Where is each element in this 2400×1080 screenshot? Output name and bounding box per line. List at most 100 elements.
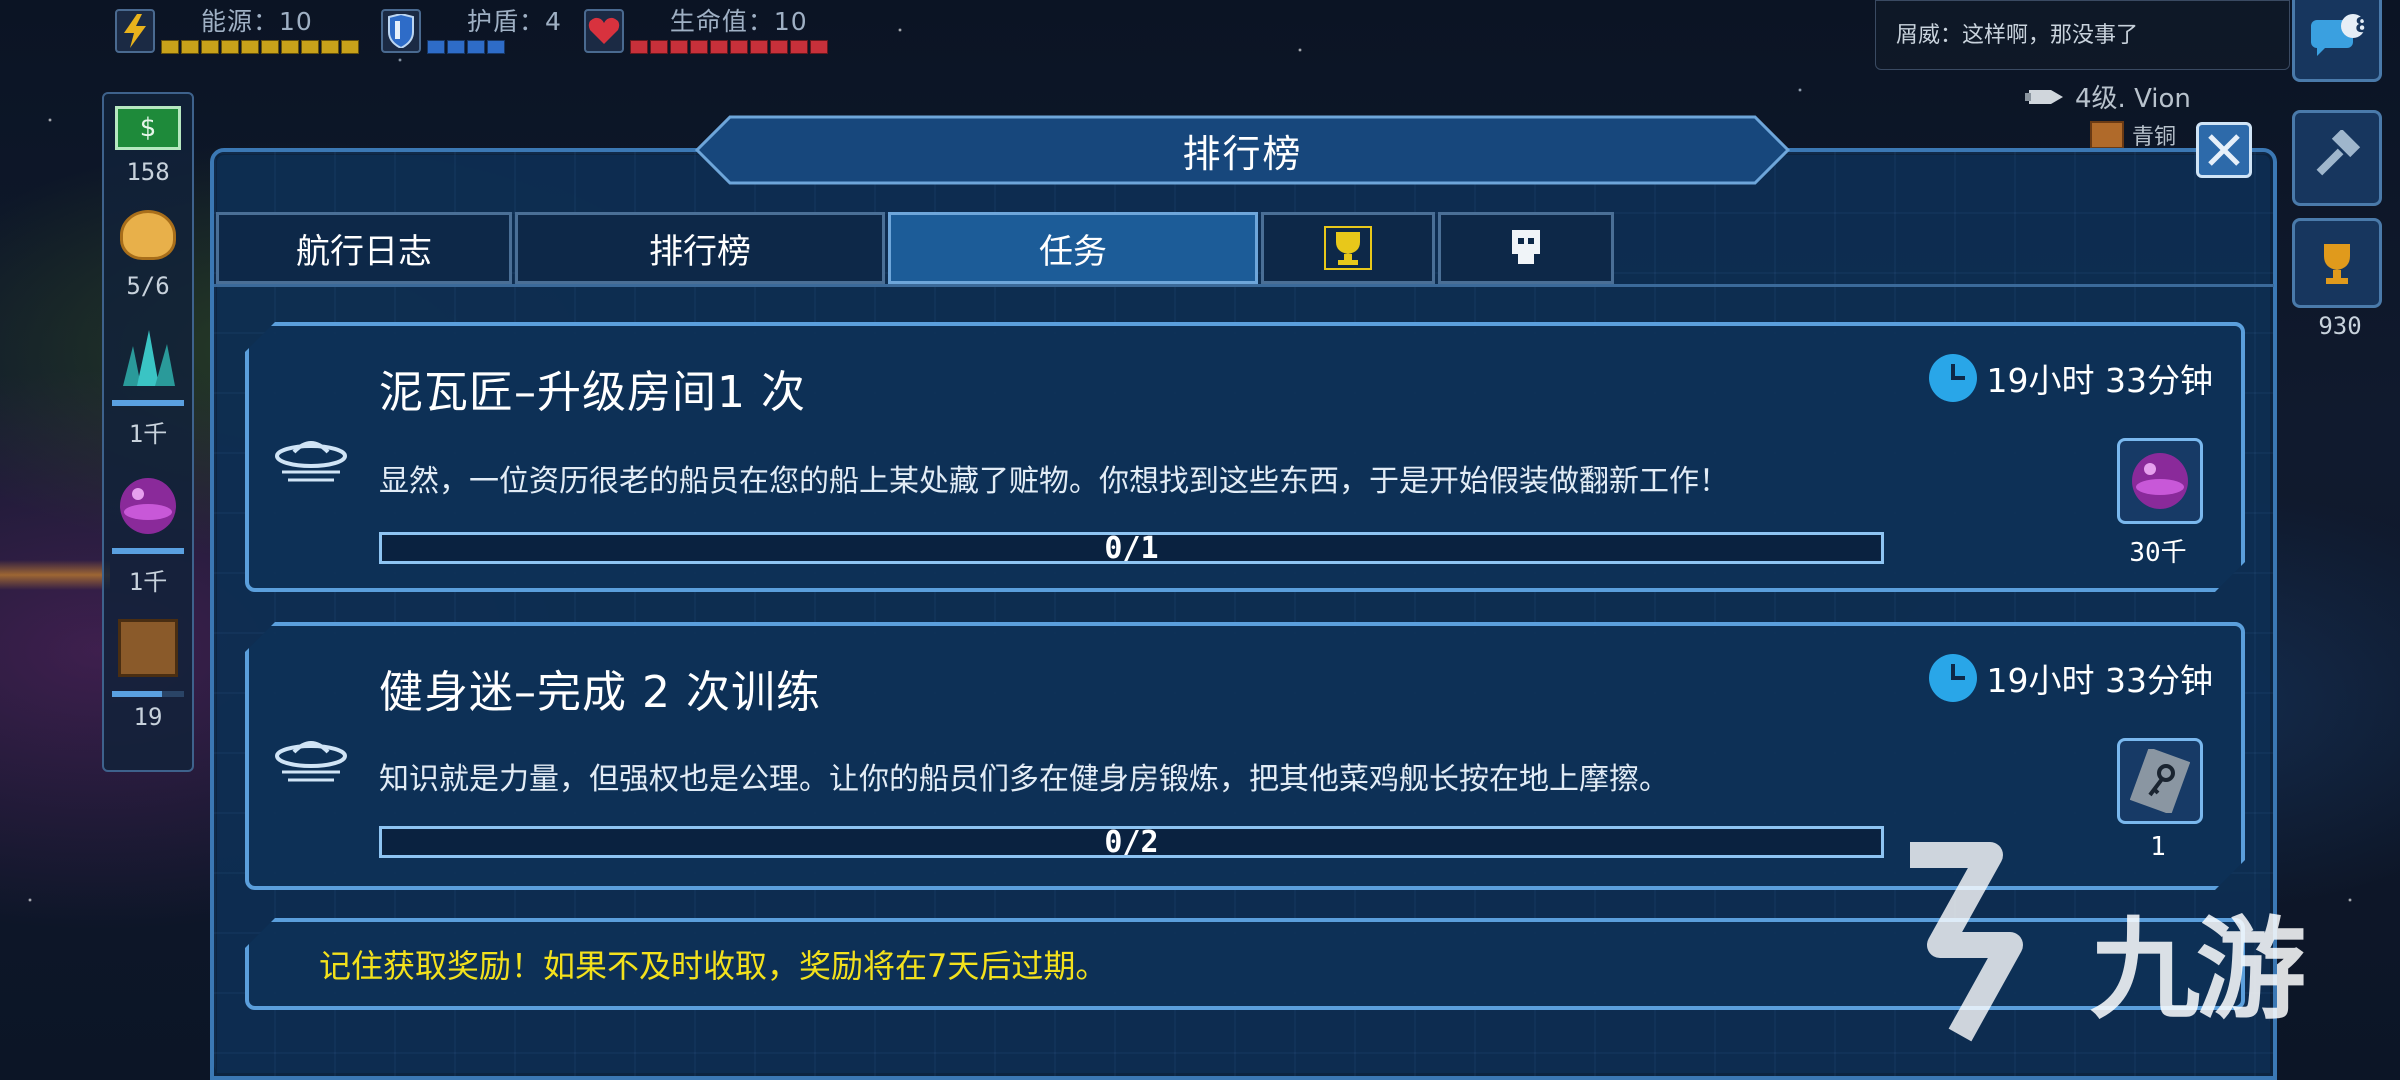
gas-value: 1千 [128, 568, 168, 596]
mineral-value: 1千 [128, 420, 168, 448]
tab-missions[interactable]: 任务 [888, 212, 1258, 284]
chat-message: 屑威：这样啊，那没事了 [1896, 23, 2139, 48]
bar-segment [789, 40, 808, 54]
bar-segment [321, 40, 339, 54]
quest-title: 健身迷–完成 2 次训练 [379, 667, 821, 718]
bar-segment [301, 40, 319, 54]
energy-label: 能源：10 [201, 7, 313, 36]
gas-orb-icon [2128, 449, 2192, 513]
heart-icon [583, 9, 624, 53]
bar-segment [729, 40, 748, 54]
trophy-button[interactable] [2292, 218, 2382, 308]
build-button[interactable] [2292, 110, 2382, 206]
shield-icon [381, 9, 421, 53]
bar-segment [447, 40, 465, 54]
hammer-icon [2316, 130, 2361, 176]
player-level: 4级. Vion [2075, 84, 2191, 114]
hull-stat: 生命值：10 [583, 7, 828, 54]
bar-segment [487, 40, 505, 54]
crew-value: 5/6 [126, 272, 170, 300]
tab-voyage-log[interactable]: 航行日志 [216, 212, 512, 284]
quest-card: 泥瓦匠–升级房间1 次 19小时 33分钟 显然，一位资历很老的船员在您的船上某… [245, 322, 2245, 592]
skull-icon [1512, 230, 1540, 264]
clock-icon [1929, 654, 1977, 702]
mineral-crystal-icon [123, 330, 175, 386]
quest-time-text: 19小时 33分钟 [1986, 661, 2213, 700]
trophy-icon [2324, 244, 2350, 284]
reward-slot[interactable] [2117, 438, 2203, 524]
bar-segment [281, 40, 299, 54]
reward-slot[interactable] [2117, 738, 2203, 824]
shield-stat: 护盾：4 [381, 8, 562, 54]
bar-segment [769, 40, 788, 54]
quest-timer: 19小时 33分钟 [1929, 354, 2213, 402]
chat-button[interactable]: 8 [2292, 0, 2382, 82]
quest-description: 显然，一位资历很老的船员在您的船上某处藏了赃物。你想找到这些东西，于是开始假装做… [379, 464, 1729, 499]
bar-segment [261, 40, 279, 54]
bar-segment [181, 40, 199, 54]
crew-face-icon [120, 210, 176, 260]
hull-label: 生命值：10 [669, 7, 808, 36]
rank-label: 青铜 [2132, 125, 2177, 150]
energy-bar [161, 40, 359, 54]
bar-segment [749, 40, 768, 54]
bar-segment [201, 40, 219, 54]
tab-leaderboard[interactable]: 排行榜 [515, 212, 885, 284]
bar-segment [467, 40, 485, 54]
quest-time-text: 19小时 33分钟 [1986, 361, 2213, 400]
supplies-bar [112, 691, 184, 697]
alien-ship-icon [274, 434, 349, 484]
hull-bar [629, 40, 828, 54]
quest-progress-text: 0/2 [1104, 824, 1159, 860]
money-resource[interactable]: $ 158 [104, 106, 192, 186]
tabs-divider [214, 284, 2274, 287]
bar-segment [161, 40, 179, 54]
bar-segment [649, 40, 668, 54]
bar-segment [709, 40, 728, 54]
bar-segment [241, 40, 259, 54]
quest-timer: 19小时 33分钟 [1929, 654, 2213, 702]
rank-badge-icon [2090, 121, 2124, 149]
quest-title: 泥瓦匠–升级房间1 次 [379, 367, 806, 418]
bar-segment [689, 40, 708, 54]
status-hud: 能源：10 护盾：4 生命值：10 [115, 8, 828, 54]
resource-sidebar: $ 158 5/6 1千 1千 19 [102, 92, 194, 772]
bar-segment [809, 40, 828, 54]
bar-segment [341, 40, 359, 54]
bar-segment [221, 40, 239, 54]
supplies-resource[interactable]: 19 [104, 619, 192, 731]
quest-progress-text: 0/1 [1104, 530, 1159, 566]
shield-bar [427, 40, 562, 54]
nebula-stripe [0, 560, 110, 590]
key-card-icon [2130, 749, 2190, 813]
tab-trophies[interactable] [1261, 212, 1435, 284]
bar-segment [427, 40, 445, 54]
panel-title: 排行榜 [1182, 131, 1303, 176]
quest-progress-bar: 0/1 [379, 532, 1884, 564]
crew-resource[interactable]: 5/6 [104, 210, 192, 300]
bar-segment [669, 40, 688, 54]
clock-icon [1929, 354, 1977, 402]
close-icon [2208, 134, 2240, 166]
mineral-resource[interactable]: 1千 [104, 326, 192, 449]
tab-pirates[interactable] [1438, 212, 1614, 284]
money-value: 158 [126, 158, 170, 186]
gas-orb-icon [120, 478, 176, 534]
supply-crate-icon [118, 619, 178, 677]
alien-ship-icon [274, 734, 349, 784]
reward-quantity: 30千 [2129, 538, 2187, 568]
money-icon: $ [115, 106, 181, 150]
close-button[interactable] [2196, 122, 2252, 178]
gas-resource[interactable]: 1千 [104, 474, 192, 597]
player-info: 4级. Vion [2025, 78, 2191, 115]
lightning-icon [115, 9, 155, 53]
trophy-icon [1324, 226, 1372, 270]
player-rank: 青铜 [2090, 120, 2200, 150]
supplies-value: 19 [133, 703, 163, 731]
watermark-text: 九游 [2090, 906, 2306, 1034]
quest-description: 知识就是力量，但强权也是公理。让你的船员们多在健身房锻炼，把其他菜鸡舰长按在地上… [379, 762, 1669, 797]
energy-stat: 能源：10 [115, 8, 359, 54]
panel-tabs: 航行日志 排行榜 任务 [216, 212, 1617, 284]
chat-preview[interactable]: 屑威：这样啊，那没事了 [1875, 0, 2290, 70]
player-ship-icon [2025, 89, 2063, 104]
